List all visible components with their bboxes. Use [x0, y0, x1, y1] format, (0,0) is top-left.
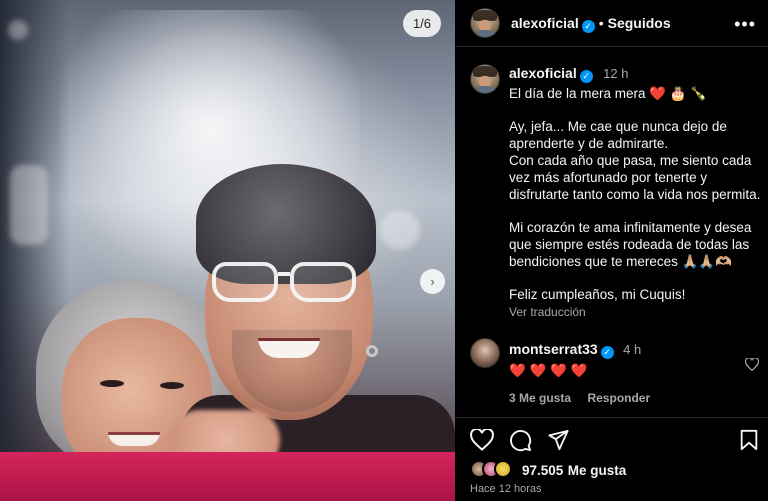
caption-username[interactable]: alexoficial — [509, 65, 577, 81]
heart-outline-icon — [744, 357, 760, 372]
earring — [366, 345, 378, 357]
caption: alexoficial ✓ 12 h El día de la mera mera… — [509, 65, 764, 319]
bokeh-light — [10, 165, 48, 245]
post-photo[interactable]: 1/6 › — [0, 0, 455, 501]
glasses-right-lens — [290, 262, 356, 302]
caption-line: aprenderte y de admirarte. — [509, 136, 669, 151]
caption-line: Mi corazón te ama infinitamente y desea — [509, 220, 752, 235]
save-button[interactable] — [739, 429, 759, 456]
comment-like-button[interactable] — [744, 357, 760, 376]
pink-foreground — [0, 452, 455, 501]
post-time-ago: Hace 12 horas — [470, 483, 542, 495]
comment-time: 4 h — [623, 342, 642, 357]
caption-paragraph-1: Ay, jefa... Me cae que nunca dejo de apr… — [509, 118, 764, 203]
verified-badge-icon: ✓ — [579, 70, 593, 83]
comment-username[interactable]: montserrat33 — [509, 341, 598, 357]
caption-line: que siempre estés rodeada de todas las — [509, 237, 750, 252]
comment-text: ❤️ ❤️ ❤️ ❤️ — [509, 363, 588, 378]
likes-label: Me gusta — [567, 463, 627, 478]
commenter-avatar[interactable] — [470, 338, 500, 368]
comment-icon — [510, 430, 532, 452]
bokeh-light — [8, 20, 28, 40]
share-icon — [548, 429, 569, 451]
caption-closing: Feliz cumpleaños, mi Cuquis! — [509, 287, 686, 302]
heart-icon — [470, 427, 494, 451]
author-avatar[interactable] — [470, 8, 500, 38]
caption-line: disfrutarte tanto como la vida nos permi… — [509, 187, 761, 202]
post-sidebar: alexoficial ✓ • Seguidos ••• alexoficial ✓ 1… — [455, 0, 768, 501]
glasses-left-lens — [212, 262, 278, 302]
reply-button[interactable]: Responder — [587, 391, 650, 405]
bokeh-light — [380, 210, 420, 250]
caption-avatar[interactable] — [470, 64, 500, 94]
glasses-bridge — [278, 272, 290, 276]
bookmark-icon — [740, 429, 758, 451]
follow-status-button[interactable]: Seguidos — [608, 15, 671, 31]
see-translation-link[interactable]: Ver traducción — [509, 305, 764, 319]
caption-line: Ay, jefa... Me cae que nunca dejo de — [509, 119, 727, 134]
like-button[interactable] — [470, 427, 494, 456]
likes-summary[interactable]: 97.505 Me gusta — [522, 462, 626, 480]
comment-likes[interactable]: 3 Me gusta — [509, 391, 571, 405]
caption-line: Con cada año que pasa, me siento cada — [509, 153, 752, 168]
divider — [455, 417, 768, 418]
comment-button[interactable] — [509, 429, 532, 457]
verified-badge-icon: ✓ — [581, 20, 595, 33]
woman-eye — [160, 382, 184, 389]
more-horizontal-icon[interactable]: ••• — [734, 14, 756, 35]
next-image-button[interactable]: › — [420, 269, 445, 294]
image-counter: 1/6 — [403, 10, 441, 37]
share-button[interactable] — [547, 429, 570, 456]
comment: montserrat33 ✓ 4 h ❤️ ❤️ ❤️ ❤️ 3 Me gusta… — [509, 341, 759, 407]
verified-badge-icon: ✓ — [600, 346, 614, 359]
caption-line: vez más afortunado por tenerte y — [509, 170, 708, 185]
liker-avatar — [494, 460, 512, 478]
author-username[interactable]: alexoficial — [511, 15, 579, 31]
post-header: alexoficial ✓ • Seguidos ••• — [455, 0, 768, 47]
caption-line: bendiciones que te mereces 🙏🏼🙏🏼🫶🏼 — [509, 254, 733, 269]
separator: • — [598, 15, 604, 31]
caption-line: El día de la mera mera ❤️ 🎂 🍾 — [509, 86, 708, 101]
chevron-right-icon: › — [430, 274, 435, 289]
woman-smile — [108, 432, 160, 446]
caption-paragraph-2: Mi corazón te ama infinitamente y desea … — [509, 219, 764, 270]
likes-count: 97.505 — [522, 463, 564, 478]
woman-eye — [100, 380, 124, 387]
caption-time: 12 h — [603, 66, 629, 81]
